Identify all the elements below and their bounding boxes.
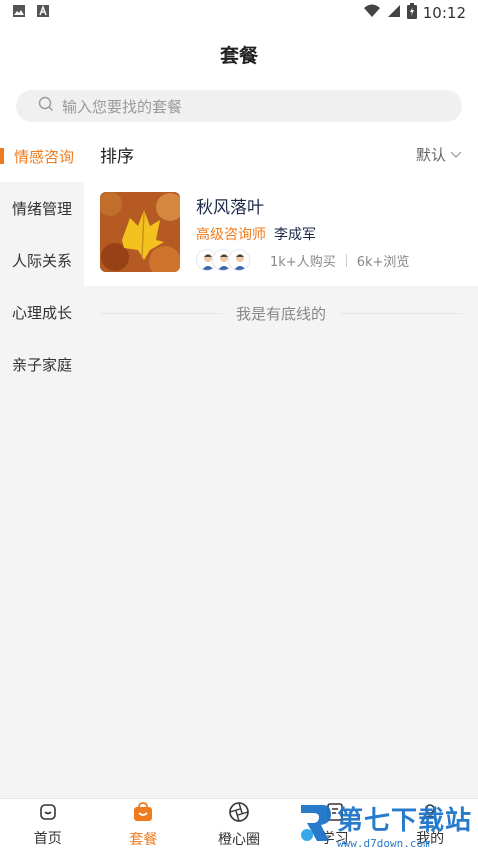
watermark: 第七下载站 www.d7down.com	[297, 800, 472, 850]
sort-title: 排序	[100, 146, 134, 167]
tab-label: 首页	[33, 830, 62, 847]
sidebar-item-label: 亲子家庭	[12, 355, 73, 374]
search-input[interactable]: 输入您要找的套餐	[16, 90, 462, 122]
package-stats: 1k+人购买 6k+浏览	[196, 249, 409, 271]
tab-home[interactable]: 首页	[0, 799, 96, 850]
package-list-panel: 排序 默认 秋风落叶 高级咨询师 李成军 1k+人购买 6k+浏览 我是有底线的	[84, 130, 478, 798]
battery-icon	[406, 3, 417, 23]
package-title: 秋风落叶	[196, 198, 264, 218]
buyer-avatars	[196, 249, 250, 271]
package-info: 秋风落叶 高级咨询师 李成军 1k+人购买 6k+浏览	[196, 192, 409, 272]
divider	[100, 312, 222, 314]
counselor-name: 李成军	[274, 226, 316, 243]
counselor-role: 高级咨询师	[196, 226, 266, 243]
sidebar-item-mood-management[interactable]: 情绪管理	[0, 182, 84, 234]
tab-label: 套餐	[129, 831, 158, 848]
package-thumbnail	[100, 192, 180, 272]
page-title: 套餐	[219, 44, 258, 67]
divider	[345, 253, 347, 267]
font-icon	[36, 4, 50, 22]
watermark-title: 第七下载站	[336, 806, 472, 836]
package-meta: 高级咨询师 李成军	[196, 224, 409, 244]
tab-orange-circle[interactable]: 橙心圈	[191, 799, 287, 850]
divider	[340, 312, 463, 314]
bag-icon	[132, 801, 154, 827]
tab-packages[interactable]: 套餐	[96, 799, 192, 850]
sort-bar: 排序 默认	[84, 130, 478, 178]
watermark-logo-icon	[297, 801, 333, 849]
status-bar: 10:12	[0, 0, 478, 26]
wifi-icon	[363, 4, 381, 22]
sidebar-item-personal-growth[interactable]: 心理成长	[0, 286, 84, 338]
watermark-text: 第七下载站 www.d7down.com	[337, 800, 472, 850]
tab-label: 橙心圈	[217, 831, 260, 848]
sidebar-item-label: 情绪管理	[12, 199, 73, 218]
sort-dropdown[interactable]: 默认	[416, 144, 462, 165]
end-of-list-text: 我是有底线的	[236, 304, 327, 323]
search-placeholder: 输入您要找的套餐	[62, 97, 183, 116]
watermark-url: www.d7down.com	[336, 837, 430, 850]
sidebar-item-emotional-counseling[interactable]: 情感咨询	[0, 130, 84, 182]
chevron-down-icon	[450, 145, 462, 163]
package-card[interactable]: 秋风落叶 高级咨询师 李成军 1k+人购买 6k+浏览	[84, 178, 478, 286]
clock-time: 10:12	[422, 4, 466, 22]
aperture-icon	[228, 801, 250, 827]
end-of-list: 我是有底线的	[84, 286, 478, 340]
image-icon	[12, 4, 26, 22]
sidebar-item-label: 情感咨询	[14, 147, 75, 166]
buyer-count: 1k+人购买	[270, 254, 336, 270]
category-sidebar: 情感咨询 情绪管理 人际关系 心理成长 亲子家庭	[0, 130, 84, 798]
signal-icon	[387, 4, 401, 22]
sidebar-item-label: 心理成长	[12, 303, 73, 322]
avatar	[228, 249, 250, 271]
search-bar: 输入您要找的套餐	[0, 82, 478, 130]
sidebar-item-family[interactable]: 亲子家庭	[0, 338, 84, 390]
sidebar-item-label: 人际关系	[12, 251, 73, 270]
page-header: 套餐	[0, 26, 478, 82]
view-count: 6k+浏览	[356, 254, 410, 270]
home-icon	[38, 802, 58, 826]
search-icon	[38, 96, 54, 116]
sidebar-item-relationships[interactable]: 人际关系	[0, 234, 84, 286]
sort-option-label: 默认	[415, 145, 446, 164]
